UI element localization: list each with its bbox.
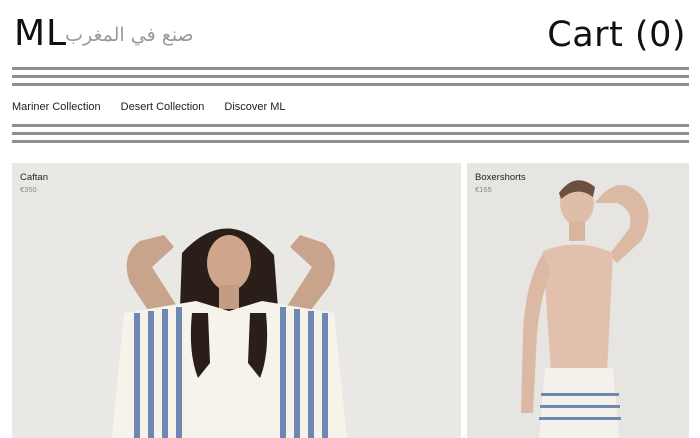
logo-arabic-tagline: صنع في المغرب [65, 24, 194, 46]
stripe-line [12, 140, 689, 143]
stripe-line [12, 67, 689, 70]
product-card-boxershorts[interactable]: Boxershorts €165 [467, 163, 689, 438]
product-price: €350 [20, 185, 37, 194]
bottom-stripe-divider [12, 124, 689, 148]
product-name: Caftan [20, 172, 48, 183]
nav-item-discover-ml[interactable]: Discover ML [224, 101, 285, 113]
caftan-model-photo [12, 163, 461, 438]
stripe-line [12, 75, 689, 78]
logo-text: ML [14, 13, 68, 54]
product-name: Boxershorts [475, 172, 526, 183]
boxershorts-model-photo [467, 163, 689, 438]
site-logo[interactable]: ML صنع في المغرب [14, 16, 194, 52]
stripe-line [12, 83, 689, 86]
nav-item-desert-collection[interactable]: Desert Collection [121, 101, 205, 113]
stripe-line [12, 124, 689, 127]
product-price: €165 [475, 185, 492, 194]
top-stripe-divider [12, 67, 689, 91]
stripe-line [12, 132, 689, 135]
nav-item-mariner-collection[interactable]: Mariner Collection [12, 101, 101, 113]
product-card-caftan[interactable]: Caftan €350 [12, 163, 461, 438]
main-navigation: Mariner Collection Desert Collection Dis… [12, 101, 286, 113]
site-header: ML صنع في المغرب Cart (0) [0, 0, 700, 66]
cart-link[interactable]: Cart (0) [547, 16, 686, 54]
